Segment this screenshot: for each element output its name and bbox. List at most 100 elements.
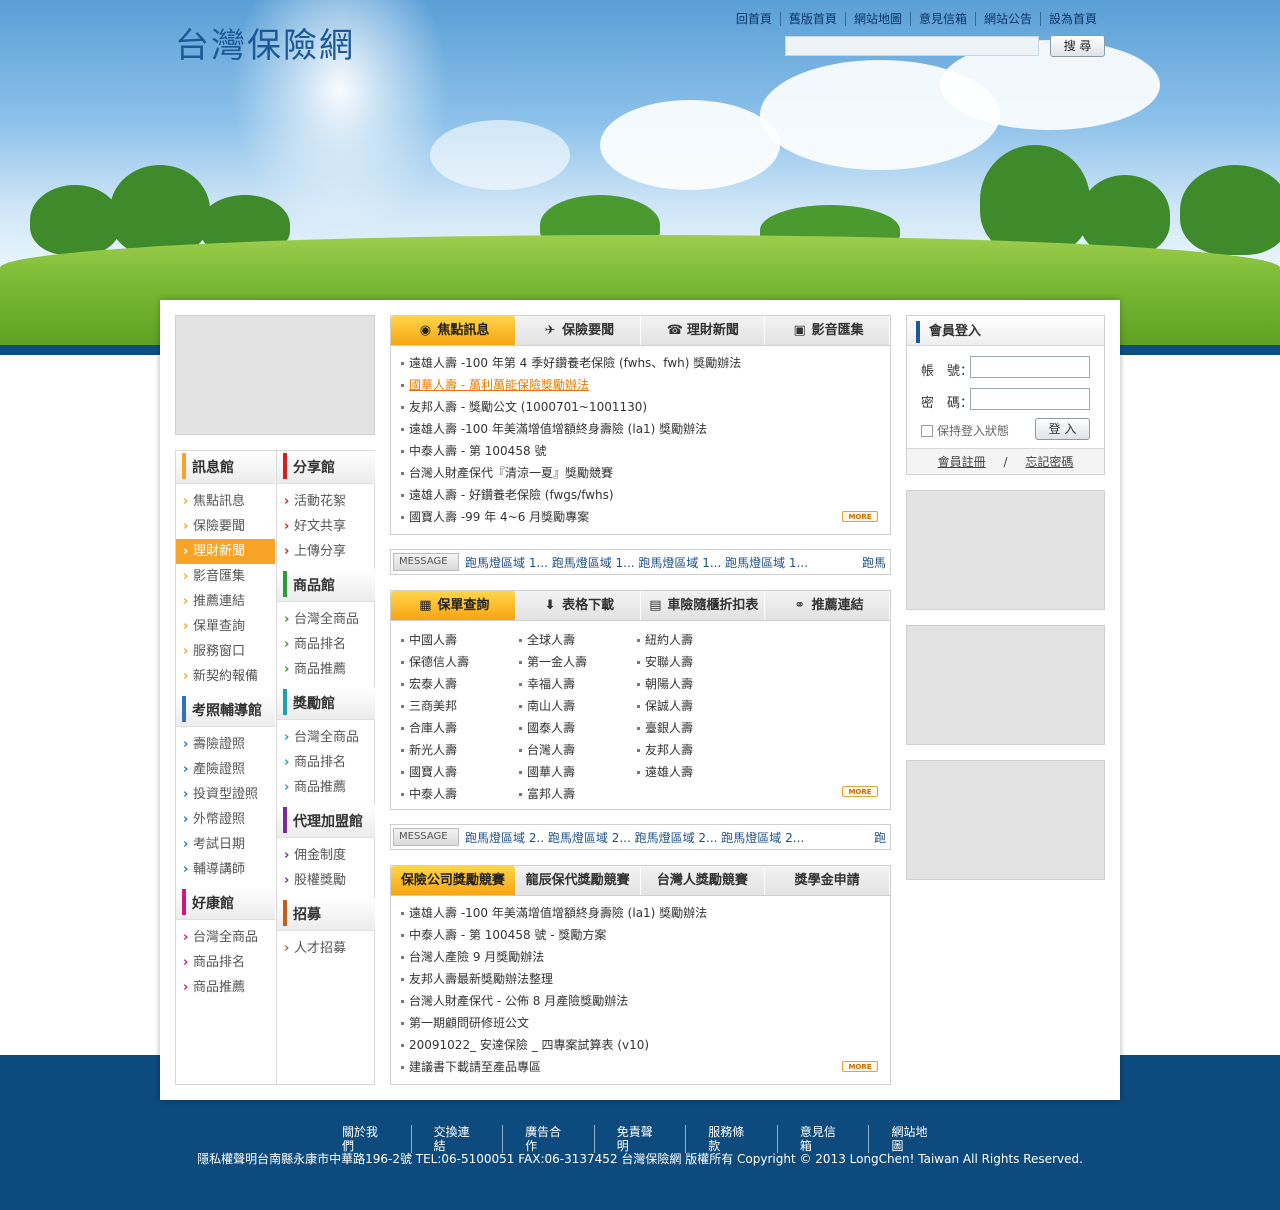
nav-item[interactable]: 商品排名 [277,750,375,775]
footer-nav-link[interactable]: 服務條款 [685,1125,777,1153]
tab[interactable]: 保險公司獎勵競賽 [391,866,516,895]
list-item[interactable]: 遠雄人壽 -100 年美滿增值增額終身壽險 (la1) 獎勵辦法 [401,418,890,440]
tab[interactable]: ⚭ 推薦連結 [765,591,890,620]
nav-item[interactable]: 商品排名 [176,950,275,975]
footer-nav-link[interactable]: 意見信箱 [776,1125,869,1153]
register-link[interactable]: 會員註冊 [938,455,986,469]
list-item[interactable]: 20091022_ 安達保險 _ 四專案試算表 (v10) [401,1034,890,1056]
top-nav-link[interactable]: 網站地圖 [844,12,910,26]
company-link[interactable]: 國泰人壽 [519,717,637,739]
tab[interactable]: ▦ 保單查詢 [391,591,516,620]
nav-item[interactable]: 理財新聞 [176,539,275,564]
list-item[interactable]: 台灣人產險 9 月獎勵辦法 [401,946,890,968]
company-link[interactable]: 安聯人壽 [637,651,755,673]
marquee-text[interactable]: 跑馬燈區域 1... 跑馬燈區域 1... 跑馬燈區域 1... 跑馬燈區域 1… [465,554,808,571]
nav-item[interactable]: 焦點訊息 [176,489,275,514]
tab[interactable]: ☎ 理財新聞 [641,316,766,345]
tab[interactable]: 台灣人獎勵競賽 [641,866,766,895]
tab[interactable]: ✈ 保險要聞 [516,316,641,345]
nav-item[interactable]: 考試日期 [176,832,275,857]
nav-item[interactable]: 台灣全商品 [176,925,275,950]
nav-item[interactable]: 台灣全商品 [277,725,375,750]
company-link[interactable]: 保誠人壽 [637,695,755,717]
list-item[interactable]: 中泰人壽 - 第 100458 號 [401,440,890,462]
top-nav-link[interactable]: 設為首頁 [1039,12,1105,26]
footer-nav-link[interactable]: 廣告合作 [502,1125,594,1153]
nav-item[interactable]: 服務窗口 [176,639,275,664]
tab[interactable]: 獎學金申請 [765,866,890,895]
company-link[interactable]: 臺銀人壽 [637,717,755,739]
keep-login[interactable]: 保持登入狀態 [921,422,1009,439]
account-input[interactable] [970,356,1090,378]
footer-nav-link[interactable]: 關於我們 [320,1125,411,1153]
footer-nav-link[interactable]: 交換連結 [410,1125,503,1153]
nav-item[interactable]: 投資型證照 [176,782,275,807]
nav-item[interactable]: 保單查詢 [176,614,275,639]
nav-item[interactable]: 產險證照 [176,757,275,782]
company-link[interactable]: 中國人壽 [401,629,519,651]
tab[interactable]: ▣ 影音匯集 [765,316,890,345]
search-button[interactable]: 搜 尋 [1050,35,1105,57]
nav-item[interactable]: 好文共享 [277,514,375,539]
nav-item[interactable]: 股權獎勵 [277,868,375,893]
company-link[interactable]: 合庫人壽 [401,717,519,739]
nav-item[interactable]: 商品推薦 [277,775,375,800]
company-link[interactable]: 台灣人壽 [519,739,637,761]
nav-item[interactable]: 台灣全商品 [277,607,375,632]
list-item[interactable]: 友邦人壽最新獎勵辦法整理 [401,968,890,990]
company-link[interactable]: 中泰人壽 [401,783,519,805]
policy-more-button[interactable]: MORE [842,786,878,797]
company-link[interactable]: 朝陽人壽 [637,673,755,695]
nav-item[interactable]: 活動花絮 [277,489,375,514]
list-item[interactable]: 友邦人壽 - 獎勵公文 (1000701~1001130) [401,396,890,418]
tab[interactable]: 龍辰保代獎勵競賽 [516,866,641,895]
nav-item[interactable]: 商品排名 [277,632,375,657]
list-item[interactable]: 遠雄人壽 - 好鑽養老保險 (fwgs/fwhs) [401,484,890,506]
list-item[interactable]: 國華人壽 - 萬利萬能保險獎勵辦法 [401,374,890,396]
tab[interactable]: ⬇ 表格下載 [516,591,641,620]
nav-item[interactable]: 保險要聞 [176,514,275,539]
password-input[interactable] [970,388,1090,410]
list-item[interactable]: 台灣人財產保代『清涼一夏』獎勵競賽 [401,462,890,484]
nav-item[interactable]: 壽險證照 [176,732,275,757]
company-link[interactable]: 國華人壽 [519,761,637,783]
nav-item[interactable]: 商品推薦 [176,975,275,1000]
marquee-text[interactable]: 跑馬燈區域 2.. 跑馬燈區域 2... 跑馬燈區域 2... 跑馬燈區域 2.… [465,829,804,846]
list-item[interactable]: 建議書下載請至產品專區 [401,1056,890,1078]
company-link[interactable]: 全球人壽 [519,629,637,651]
footer-nav-link[interactable]: 免責聲明 [593,1125,686,1153]
nav-item[interactable]: 商品推薦 [277,657,375,682]
ad-banner-right-2[interactable] [906,625,1105,745]
list-item[interactable]: 遠雄人壽 -100 年第 4 季好鑽養老保險 (fwhs、fwh) 獎勵辦法 [401,352,890,374]
list-item[interactable]: 遠雄人壽 -100 年美滿增值增額終身壽險 (la1) 獎勵辦法 [401,902,890,924]
list-item[interactable]: 中泰人壽 - 第 100458 號 - 獎勵方案 [401,924,890,946]
news-more-button[interactable]: MORE [842,511,878,522]
tab[interactable]: ◉ 焦點訊息 [391,316,516,345]
nav-item[interactable]: 外幣證照 [176,807,275,832]
nav-item[interactable]: 推薦連結 [176,589,275,614]
nav-item[interactable]: 佣金制度 [277,843,375,868]
company-link[interactable]: 紐約人壽 [637,629,755,651]
top-nav-link[interactable]: 回首頁 [728,12,780,26]
company-link[interactable]: 富邦人壽 [519,783,637,805]
ad-banner-right-1[interactable] [906,490,1105,610]
company-link[interactable]: 第一金人壽 [519,651,637,673]
site-logo[interactable]: 台灣保險網 [175,18,355,67]
contest-more-button[interactable]: MORE [842,1061,878,1072]
company-link[interactable]: 遠雄人壽 [637,761,755,783]
list-item[interactable]: 第一期顧問研修班公文 [401,1012,890,1034]
nav-item[interactable]: 輔導講師 [176,857,275,882]
nav-item[interactable]: 上傳分享 [277,539,375,564]
ad-banner-left[interactable] [175,315,375,435]
list-item[interactable]: 國寶人壽 -99 年 4~6 月獎勵專案 [401,506,890,528]
top-nav-link[interactable]: 舊版首頁 [779,12,845,26]
company-link[interactable]: 幸福人壽 [519,673,637,695]
footer-nav-link[interactable]: 網站地圖 [868,1125,960,1153]
nav-item[interactable]: 影音匯集 [176,564,275,589]
company-link[interactable]: 南山人壽 [519,695,637,717]
search-input[interactable] [785,36,1039,56]
company-link[interactable]: 國寶人壽 [401,761,519,783]
list-item[interactable]: 台灣人財產保代 - 公佈 8 月產險獎勵辦法 [401,990,890,1012]
top-nav-link[interactable]: 網站公告 [974,12,1040,26]
forgot-password-link[interactable]: 忘記密碼 [1025,455,1073,469]
